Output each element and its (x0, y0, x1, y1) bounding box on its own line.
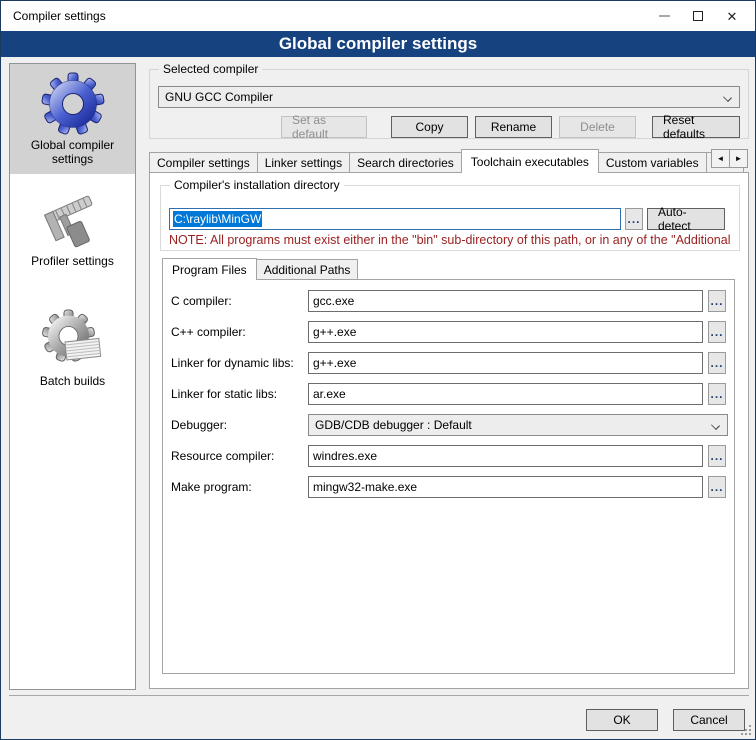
linker-dynamic-browse-button[interactable]: ... (708, 352, 726, 374)
field-label: Linker for static libs: (171, 383, 277, 405)
field-row-make-program: Make program: ... (163, 476, 734, 498)
close-icon: ✕ (727, 10, 738, 23)
linker-static-input[interactable] (308, 383, 703, 405)
toolchain-executables-page: Compiler's installation directory C:\ray… (149, 172, 749, 689)
banner-title: Global compiler settings (279, 34, 477, 54)
install-dir-browse-button[interactable]: ... (625, 208, 643, 230)
install-dir-value: C:\raylib\MinGW (173, 211, 262, 227)
field-label: C compiler: (171, 290, 232, 312)
bin-note-text: NOTE: All programs must exist either in … (169, 233, 737, 247)
arrow-right-icon: ► (735, 154, 743, 163)
compiler-select[interactable]: GNU GCC Compiler (158, 86, 740, 108)
executables-subtabs: Program Files Additional Paths (162, 258, 358, 280)
auto-detect-button[interactable]: Auto-detect (647, 208, 725, 230)
field-label: Linker for dynamic libs: (171, 352, 294, 374)
subtab-additional-paths[interactable]: Additional Paths (256, 259, 359, 279)
linker-dynamic-input[interactable] (308, 352, 703, 374)
field-label: Resource compiler: (171, 445, 274, 467)
compiler-tabs: Compiler settings Linker settings Search… (149, 149, 744, 173)
tab-scroll-right-button[interactable]: ► (729, 149, 748, 168)
field-row-c-compiler: C compiler: ... (163, 290, 734, 312)
field-row-linker-dynamic: Linker for dynamic libs: ... (163, 352, 734, 374)
compiler-buttons-row: Set as default Copy Rename Delete Reset … (281, 116, 740, 138)
footer-divider (9, 695, 749, 696)
debugger-select[interactable]: GDB/CDB debugger : Default (308, 414, 728, 436)
caliper-icon (41, 188, 105, 252)
arrow-left-icon: ◄ (717, 154, 725, 163)
minimize-icon (659, 15, 670, 17)
c-compiler-input[interactable] (308, 290, 703, 312)
make-program-input[interactable] (308, 476, 703, 498)
subtab-program-files[interactable]: Program Files (162, 258, 257, 280)
tab-compiler-settings[interactable]: Compiler settings (149, 152, 258, 172)
cancel-button[interactable]: Cancel (673, 709, 745, 731)
window-controls: ✕ (647, 1, 749, 31)
tab-toolchain-executables[interactable]: Toolchain executables (461, 149, 599, 173)
cpp-compiler-browse-button[interactable]: ... (708, 321, 726, 343)
resource-compiler-browse-button[interactable]: ... (708, 445, 726, 467)
ok-button[interactable]: OK (586, 709, 658, 731)
minimize-button[interactable] (647, 1, 681, 31)
sidebar-item-label: Global compiler settings (10, 136, 135, 172)
compiler-settings-dialog: Compiler settings ✕ Global compiler sett… (0, 0, 756, 740)
field-label: C++ compiler: (171, 321, 246, 343)
tab-linker-settings[interactable]: Linker settings (257, 152, 350, 172)
group-label: Compiler's installation directory (170, 178, 344, 192)
reset-defaults-button[interactable]: Reset defaults (652, 116, 740, 138)
gear-stack-icon (41, 308, 105, 372)
field-row-linker-static: Linker for static libs: ... (163, 383, 734, 405)
installation-directory-group: Compiler's installation directory C:\ray… (160, 185, 740, 251)
resize-grip[interactable] (749, 733, 751, 735)
titlebar[interactable]: Compiler settings ✕ (1, 1, 755, 31)
gear-blue-icon (41, 72, 105, 136)
field-row-debugger: Debugger: GDB/CDB debugger : Default (163, 414, 734, 436)
compiler-select-value: GNU GCC Compiler (165, 90, 273, 104)
delete-button[interactable]: Delete (559, 116, 636, 138)
c-compiler-browse-button[interactable]: ... (708, 290, 726, 312)
tab-scroll-controls: ◄ ► (711, 149, 748, 168)
settings-category-list: Global compiler settings Profiler settin… (9, 63, 136, 690)
field-label: Make program: (171, 476, 252, 498)
rename-button[interactable]: Rename (475, 116, 552, 138)
sidebar-item-batch-builds[interactable]: Batch builds (10, 300, 135, 394)
sidebar-item-global-compiler-settings[interactable]: Global compiler settings (10, 64, 135, 174)
close-button[interactable]: ✕ (715, 1, 749, 31)
install-dir-input[interactable]: C:\raylib\MinGW (169, 208, 621, 230)
field-row-cpp-compiler: C++ compiler: ... (163, 321, 734, 343)
selected-compiler-group: Selected compiler GNU GCC Compiler Set a… (149, 69, 749, 139)
linker-static-browse-button[interactable]: ... (708, 383, 726, 405)
sidebar-item-label: Profiler settings (27, 252, 118, 274)
debugger-select-value: GDB/CDB debugger : Default (315, 418, 472, 432)
program-files-panel: C compiler: ... C++ compiler: ... Linker… (162, 279, 735, 674)
copy-button[interactable]: Copy (391, 116, 468, 138)
chevron-down-icon (723, 93, 732, 102)
tab-custom-variables[interactable]: Custom variables (598, 152, 707, 172)
sidebar-item-profiler-settings[interactable]: Profiler settings (10, 180, 135, 274)
resource-compiler-input[interactable] (308, 445, 703, 467)
tab-search-directories[interactable]: Search directories (349, 152, 462, 172)
group-label: Selected compiler (159, 62, 262, 76)
dialog-banner: Global compiler settings (1, 31, 755, 57)
set-as-default-button[interactable]: Set as default (281, 116, 367, 138)
field-label: Debugger: (171, 414, 227, 436)
maximize-icon (693, 11, 703, 21)
sidebar-item-label: Batch builds (36, 372, 109, 394)
chevron-down-icon (711, 421, 720, 430)
tab-scroll-left-button[interactable]: ◄ (711, 149, 730, 168)
window-title: Compiler settings (13, 9, 106, 23)
maximize-button[interactable] (681, 1, 715, 31)
make-program-browse-button[interactable]: ... (708, 476, 726, 498)
field-row-resource-compiler: Resource compiler: ... (163, 445, 734, 467)
cpp-compiler-input[interactable] (308, 321, 703, 343)
